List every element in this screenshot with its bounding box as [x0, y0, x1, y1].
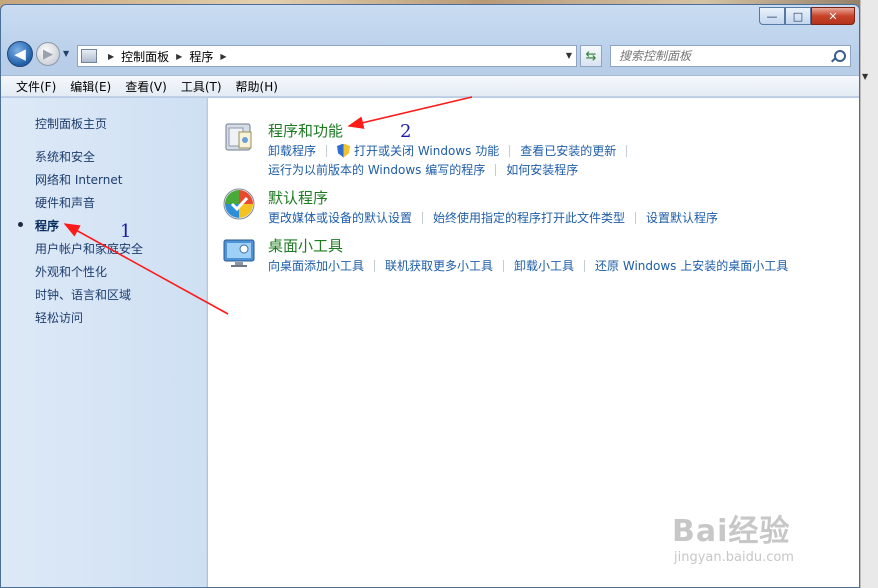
- sidebar-item-network[interactable]: 网络和 Internet: [35, 171, 122, 188]
- default-programs-icon[interactable]: [222, 187, 256, 221]
- chevron-down-icon: ▼: [862, 72, 869, 81]
- separator: [422, 211, 424, 224]
- menu-bar: 文件(F) 编辑(E) 查看(V) 工具(T) 帮助(H): [1, 75, 859, 97]
- chevron-down-icon[interactable]: ▼: [566, 51, 572, 60]
- close-button[interactable]: ✕: [811, 7, 855, 25]
- refresh-button[interactable]: ⇆: [580, 45, 602, 67]
- separator: [374, 259, 376, 272]
- menu-help[interactable]: 帮助(H): [229, 78, 285, 95]
- baidu-jingyan-watermark: Bai经验 jingyan.baidu.com: [672, 506, 832, 576]
- control-panel-window: — □ ✕ ◀ ▶ ▼ ▶ 控制面板 ▶ 程序 ▶ ▼ ⇆ 文件(F) 编辑(E…: [0, 4, 860, 588]
- category-title-desktop-gadgets[interactable]: 桌面小工具: [268, 235, 343, 256]
- forward-button[interactable]: ▶: [36, 42, 60, 66]
- annotation-label-1: 1: [120, 221, 132, 242]
- separator: [584, 259, 586, 272]
- background-window-edge: [860, 0, 878, 588]
- windows-features-link[interactable]: 打开或关闭 Windows 功能: [354, 142, 499, 159]
- sidebar: 控制面板主页 系统和安全 网络和 Internet 硬件和声音 程序 用户帐户和…: [1, 98, 207, 587]
- sidebar-item-hardware-sound[interactable]: 硬件和声音: [35, 194, 95, 211]
- category-title-programs-features[interactable]: 程序和功能: [268, 120, 343, 141]
- programs-icon[interactable]: [222, 120, 256, 154]
- chevron-right-icon[interactable]: ▶: [220, 52, 226, 61]
- category-title-default-programs[interactable]: 默认程序: [268, 187, 328, 208]
- chevron-right-icon[interactable]: ▶: [176, 52, 182, 61]
- maximize-button[interactable]: □: [785, 7, 811, 25]
- sidebar-item-appearance[interactable]: 外观和个性化: [35, 263, 107, 280]
- search-input[interactable]: [619, 49, 819, 63]
- uninstall-gadget-link[interactable]: 卸载小工具: [514, 257, 574, 274]
- chevron-right-icon[interactable]: ▶: [108, 52, 114, 61]
- menu-view[interactable]: 查看(V): [118, 78, 174, 95]
- how-to-install-link[interactable]: 如何安装程序: [506, 161, 578, 178]
- annotation-label-2: 2: [400, 121, 412, 142]
- address-bar[interactable]: ▶ 控制面板 ▶ 程序 ▶ ▼: [77, 45, 577, 67]
- set-default-programs-link[interactable]: 设置默认程序: [646, 209, 718, 226]
- separator: [626, 144, 628, 157]
- autoplay-settings-link[interactable]: 更改媒体或设备的默认设置: [268, 209, 412, 226]
- compatibility-link[interactable]: 运行为以前版本的 Windows 编写的程序: [268, 161, 485, 178]
- navigation-bar: ◀ ▶ ▼ ▶ 控制面板 ▶ 程序 ▶ ▼ ⇆: [1, 37, 859, 69]
- sidebar-item-system-security[interactable]: 系统和安全: [35, 148, 95, 165]
- separator: [326, 144, 328, 157]
- search-icon[interactable]: [831, 49, 846, 63]
- current-item-bullet: [18, 222, 23, 227]
- separator: [495, 163, 497, 176]
- recent-pages-dropdown[interactable]: ▼: [63, 49, 69, 58]
- sidebar-item-programs[interactable]: 程序: [35, 217, 59, 234]
- watermark-url: jingyan.baidu.com: [674, 550, 794, 565]
- back-button[interactable]: ◀: [7, 41, 33, 67]
- gadgets-icon[interactable]: [222, 235, 256, 269]
- file-association-link[interactable]: 始终使用指定的程序打开此文件类型: [433, 209, 625, 226]
- separator: [509, 144, 511, 157]
- separator: [635, 211, 637, 224]
- breadcrumb-control-panel[interactable]: 控制面板: [121, 48, 169, 65]
- sidebar-item-clock-region[interactable]: 时钟、语言和区域: [35, 286, 131, 303]
- menu-file[interactable]: 文件(F): [9, 78, 63, 95]
- task-line: 卸载程序 打开或关闭 Windows 功能 查看已安装的更新: [268, 142, 637, 159]
- installed-updates-link[interactable]: 查看已安装的更新: [520, 142, 616, 159]
- sidebar-item-user-accounts[interactable]: 用户帐户和家庭安全: [35, 240, 143, 257]
- menu-edit[interactable]: 编辑(E): [63, 78, 118, 95]
- restore-gadgets-link[interactable]: 还原 Windows 上安装的桌面小工具: [595, 257, 788, 274]
- task-line: 向桌面添加小工具 联机获取更多小工具 卸载小工具 还原 Windows 上安装的…: [268, 257, 788, 274]
- sidebar-home-link[interactable]: 控制面板主页: [35, 115, 107, 132]
- task-line: 运行为以前版本的 Windows 编写的程序 如何安装程序: [268, 161, 578, 178]
- menu-tools[interactable]: 工具(T): [174, 78, 229, 95]
- control-panel-icon: [81, 49, 97, 63]
- breadcrumb-programs[interactable]: 程序: [189, 48, 213, 65]
- sidebar-item-ease-of-access[interactable]: 轻松访问: [35, 309, 83, 326]
- task-line: 更改媒体或设备的默认设置 始终使用指定的程序打开此文件类型 设置默认程序: [268, 209, 718, 226]
- get-more-gadgets-link[interactable]: 联机获取更多小工具: [385, 257, 493, 274]
- uac-shield-icon: [337, 143, 351, 158]
- caption-buttons: — □ ✕: [759, 7, 855, 25]
- minimize-button[interactable]: —: [759, 7, 785, 25]
- separator: [503, 259, 505, 272]
- search-box[interactable]: [610, 45, 851, 67]
- uninstall-program-link[interactable]: 卸载程序: [268, 142, 316, 159]
- add-gadgets-link[interactable]: 向桌面添加小工具: [268, 257, 364, 274]
- watermark-logo: Bai经验: [672, 514, 791, 549]
